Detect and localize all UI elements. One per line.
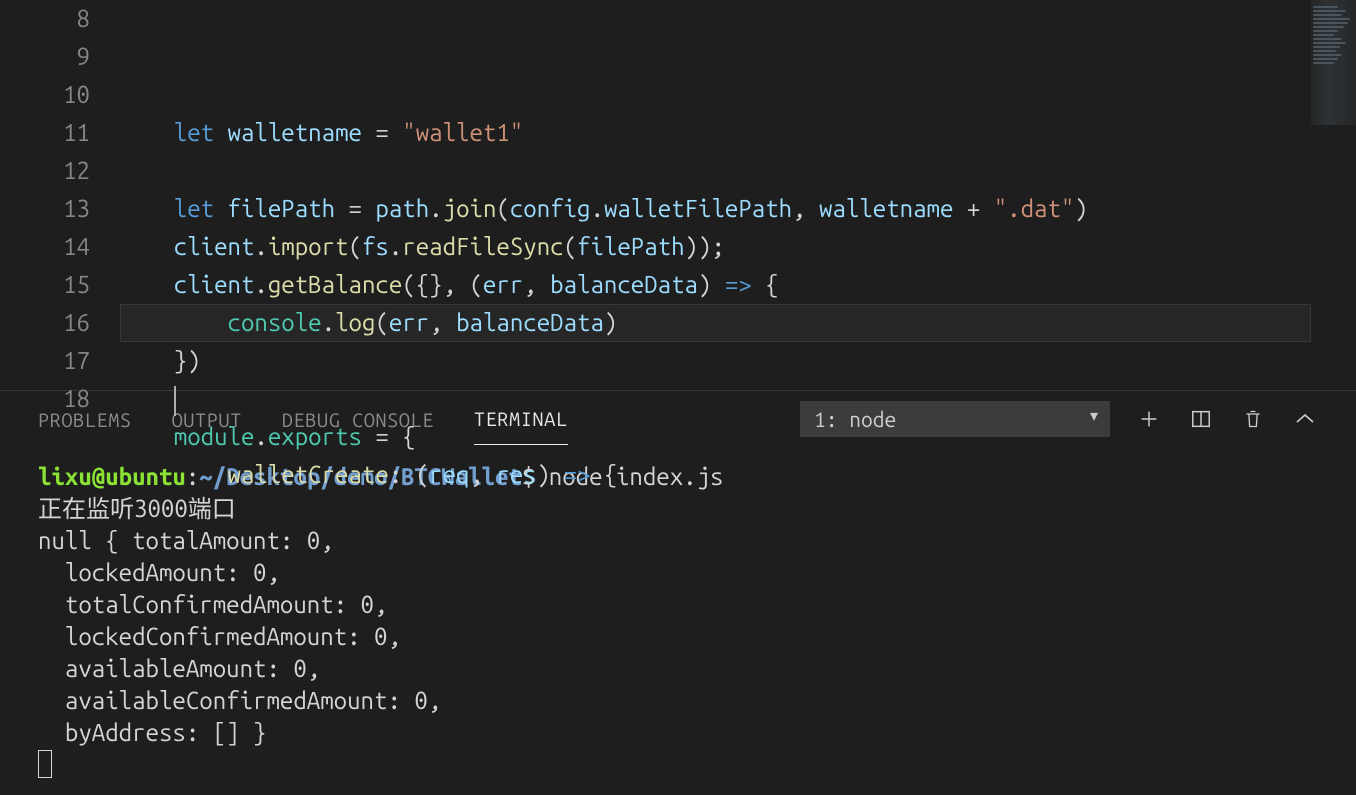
line-number-gutter: 89101112131415161718 xyxy=(0,0,120,390)
code-line[interactable] xyxy=(120,380,1356,418)
code-line[interactable]: walletCreate: (req, res) => { xyxy=(120,456,1356,494)
line-number: 10 xyxy=(0,76,90,114)
line-number: 17 xyxy=(0,342,90,380)
line-number: 8 xyxy=(0,0,90,38)
terminal-output-line: lockedConfirmedAmount: 0, xyxy=(38,621,1318,653)
line-number: 18 xyxy=(0,380,90,418)
code-line[interactable]: console.log(err, balanceData) xyxy=(120,304,1356,342)
line-number: 14 xyxy=(0,228,90,266)
terminal-output-line: byAddress: [] } xyxy=(38,717,1318,749)
code-line[interactable]: module.exports = { xyxy=(120,418,1356,456)
editor-area[interactable]: 89101112131415161718 let walletname = "w… xyxy=(0,0,1356,390)
code-line[interactable]: client.getBalance({}, (err, balanceData)… xyxy=(120,266,1356,304)
line-number: 9 xyxy=(0,38,90,76)
text-cursor xyxy=(174,386,176,416)
code-line[interactable] xyxy=(120,152,1356,190)
code-area[interactable]: let walletname = "wallet1" let filePath … xyxy=(120,0,1356,390)
terminal-cursor xyxy=(38,750,52,778)
terminal-output-line: totalConfirmedAmount: 0, xyxy=(38,589,1318,621)
terminal-output-line: availableConfirmedAmount: 0, xyxy=(38,685,1318,717)
code-line[interactable]: client.import(fs.readFileSync(filePath))… xyxy=(120,228,1356,266)
line-number: 16 xyxy=(0,304,90,342)
line-number: 12 xyxy=(0,152,90,190)
line-number: 11 xyxy=(0,114,90,152)
code-line[interactable]: }) xyxy=(120,342,1356,380)
line-number: 15 xyxy=(0,266,90,304)
code-line[interactable] xyxy=(120,76,1356,114)
line-number: 13 xyxy=(0,190,90,228)
code-line[interactable]: let filePath = path.join(config.walletFi… xyxy=(120,190,1356,228)
code-line[interactable]: let walletname = "wallet1" xyxy=(120,114,1356,152)
terminal-output-line: availableAmount: 0, xyxy=(38,653,1318,685)
